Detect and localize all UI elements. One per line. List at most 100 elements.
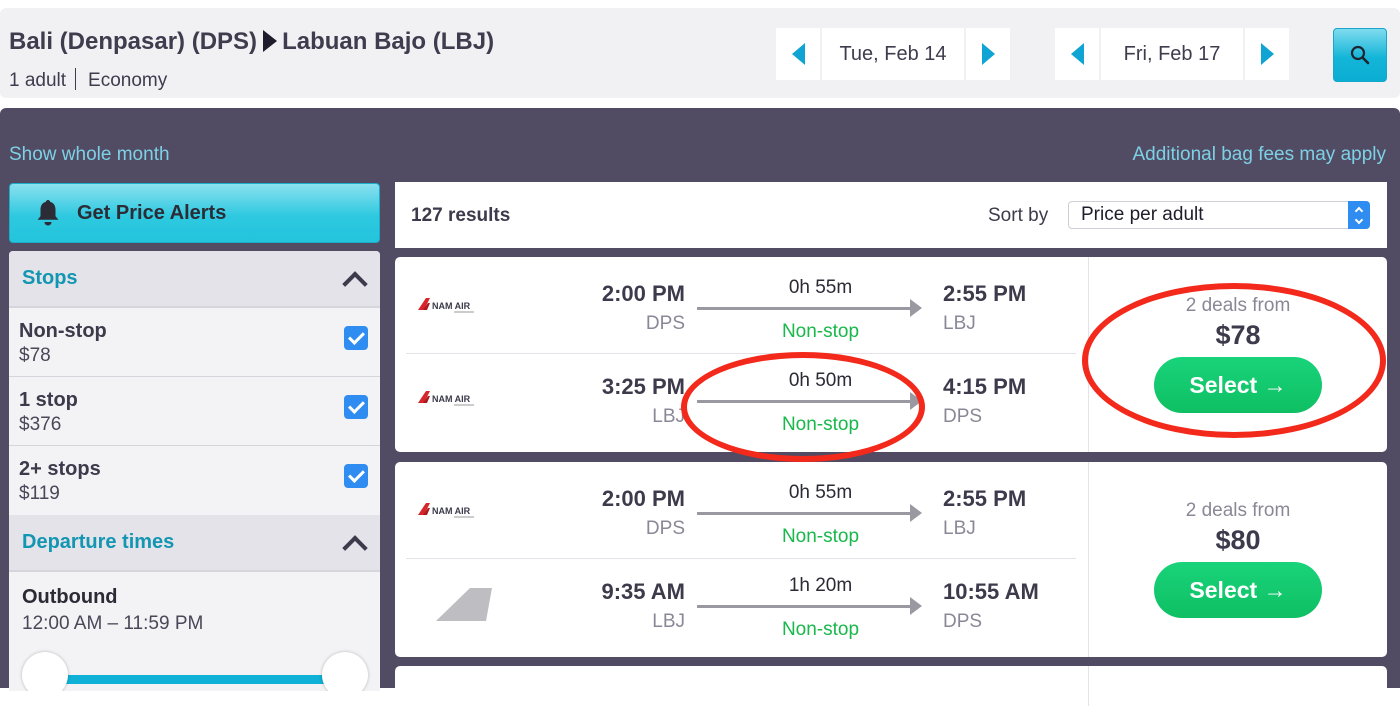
flight-leg-outbound: NAM AIR 2:00 PM DPS 0h 55m Non-stop 2:55…: [406, 261, 1076, 347]
outbound-range: 12:00 AM – 11:59 PM: [22, 613, 204, 634]
route-line: [697, 512, 913, 515]
flight-duration: 0h 55m: [788, 482, 853, 503]
stop-filter-label: 2+ stops: [19, 458, 101, 480]
arrival-time: 4:15 PM: [943, 374, 1027, 399]
arrival-time: 2:55 PM: [943, 486, 1027, 511]
arrival-airport: DPS: [943, 611, 983, 632]
search-button[interactable]: [1333, 28, 1387, 82]
stops-section-header[interactable]: Stops: [9, 251, 380, 308]
arrival-airport: LBJ: [943, 313, 976, 334]
stops-label: Non-stop: [781, 414, 860, 435]
departure-airport: LBJ: [652, 611, 685, 632]
flight-duration: 0h 55m: [788, 277, 853, 298]
stop-filter-price: $119: [19, 483, 60, 504]
deals-count: 2 deals from: [1185, 500, 1291, 521]
deal-panel: 2 deals from $80 Select →: [1088, 462, 1387, 657]
stop-filter-1-stop[interactable]: 1 stop $376: [9, 377, 380, 446]
departure-time: 3:25 PM: [601, 374, 685, 399]
nam-air-logo-icon: NAM AIR: [418, 391, 474, 406]
flight-leg-return: 9:35 AM LBJ 1h 20m Non-stop 10:55 AM DPS: [406, 558, 1076, 644]
passenger-count: 1 adult: [9, 70, 67, 91]
results-count: 127 results: [411, 205, 511, 226]
price-alerts-button[interactable]: Get Price Alerts: [9, 183, 380, 243]
cabin-class: Economy: [88, 70, 168, 91]
two-plus-stops-checkbox[interactable]: [344, 464, 368, 488]
stop-filter-2-plus-stops[interactable]: 2+ stops $119: [9, 446, 380, 515]
passenger-summary[interactable]: 1 adult Economy: [9, 68, 167, 92]
flight-duration: 1h 20m: [788, 575, 853, 596]
flight-legs: NAM AIR 2:00 PM DPS 0h 55m Non-stop 2:55…: [395, 257, 1088, 452]
route-line: [697, 307, 913, 310]
show-whole-month-link[interactable]: Show whole month: [9, 144, 170, 166]
outbound-slider-min-handle[interactable]: [22, 652, 68, 691]
select-stepper-icon: [1348, 201, 1370, 229]
chevron-left-icon: [1070, 43, 1084, 65]
departure-time: 2:00 PM: [601, 486, 685, 511]
flight-leg-outbound: NAM AIR 2:00 PM DPS 0h 55m Non-stop 2:55…: [406, 466, 1076, 552]
depart-next-button[interactable]: [966, 28, 1010, 80]
return-next-button[interactable]: [1245, 28, 1289, 80]
select-button[interactable]: Select →: [1154, 357, 1322, 413]
airline-tail-icon: [436, 588, 492, 621]
search-summary-header: Bali (Denpasar) (DPS) Labuan Bajo (LBJ) 1…: [0, 8, 1400, 98]
depart-prev-button[interactable]: [776, 28, 820, 80]
flight-leg-return: NAM AIR 3:25 PM LBJ 0h 50m Non-stop 4:15…: [406, 353, 1076, 439]
deal-panel: 2 deals from $78 Select →: [1088, 257, 1387, 452]
results-toolbar: 127 results Sort by Price per adult: [395, 182, 1387, 248]
departure-airport: LBJ: [652, 406, 685, 427]
arrival-time: 2:55 PM: [943, 281, 1027, 306]
divider: [75, 68, 77, 90]
one-stop-checkbox[interactable]: [344, 395, 368, 419]
flight-result-card[interactable]: NAM AIR 2:00 PM DPS 0h 55m Non-stop 2:55…: [395, 257, 1387, 452]
route-line: [697, 400, 913, 403]
outbound-time-filter: Outbound 12:00 AM – 11:59 PM: [9, 572, 380, 691]
svg-text:NAM AIR: NAM AIR: [432, 394, 471, 404]
departure-times-section-header[interactable]: Departure times: [9, 515, 380, 572]
arrival-airport: LBJ: [943, 518, 976, 539]
arrow-right-icon: [910, 504, 922, 522]
svg-text:NAM AIR: NAM AIR: [432, 506, 471, 516]
deal-price: $78: [1215, 320, 1261, 350]
stop-filter-price: $376: [19, 414, 62, 435]
stop-filter-price: $78: [19, 345, 51, 366]
results-panel: Show whole month Additional bag fees may…: [0, 108, 1400, 706]
stops-label: Non-stop: [781, 321, 860, 342]
svg-text:NAM AIR: NAM AIR: [432, 301, 471, 311]
stops-label: Non-stop: [781, 526, 860, 547]
chevron-right-icon: [1260, 43, 1274, 65]
outbound-slider-track[interactable]: [45, 675, 341, 684]
outbound-slider-max-handle[interactable]: [322, 652, 368, 691]
bag-fees-link[interactable]: Additional bag fees may apply: [1133, 144, 1387, 166]
sort-label: Sort by: [988, 205, 1049, 226]
select-button[interactable]: Select →: [1154, 562, 1322, 618]
deal-price: $80: [1215, 525, 1261, 555]
depart-date-picker: Tue, Feb 14: [776, 28, 1010, 80]
route-arrow-icon: [263, 30, 278, 52]
return-date[interactable]: Fri, Feb 17: [1101, 28, 1243, 80]
depart-date[interactable]: Tue, Feb 14: [822, 28, 964, 80]
bell-icon: [37, 200, 59, 226]
nonstop-checkbox[interactable]: [344, 326, 368, 350]
destination: Labuan Bajo (LBJ): [282, 28, 495, 55]
departure-airport: DPS: [645, 313, 685, 334]
origin: Bali (Denpasar) (DPS): [9, 28, 258, 55]
price-alerts-label: Get Price Alerts: [77, 201, 227, 224]
arrival-time: 10:55 AM: [943, 579, 1039, 604]
stop-filter-nonstop[interactable]: Non-stop $78: [9, 308, 380, 377]
sort-select[interactable]: Price per adult: [1068, 201, 1370, 229]
arrow-right-icon: [910, 392, 922, 410]
sort-value: Price per adult: [1081, 204, 1204, 225]
search-icon: [1350, 45, 1370, 65]
chevron-up-icon: [342, 534, 368, 561]
flight-result-card[interactable]: [395, 666, 1387, 706]
departure-times-title: Departure times: [22, 531, 175, 553]
arrow-right-icon: [910, 597, 922, 615]
route-title: Bali (Denpasar) (DPS) Labuan Bajo (LBJ): [9, 28, 494, 56]
outbound-label: Outbound: [22, 586, 118, 608]
return-prev-button[interactable]: [1055, 28, 1099, 80]
flight-result-card[interactable]: NAM AIR 2:00 PM DPS 0h 55m Non-stop 2:55…: [395, 462, 1387, 657]
return-date-picker: Fri, Feb 17: [1055, 28, 1289, 80]
chevron-right-icon: [981, 43, 995, 65]
filters-sidebar: Stops Non-stop $78 1 stop $376 2+ stops …: [9, 251, 380, 691]
flight-legs: NAM AIR 2:00 PM DPS 0h 55m Non-stop 2:55…: [395, 462, 1088, 657]
